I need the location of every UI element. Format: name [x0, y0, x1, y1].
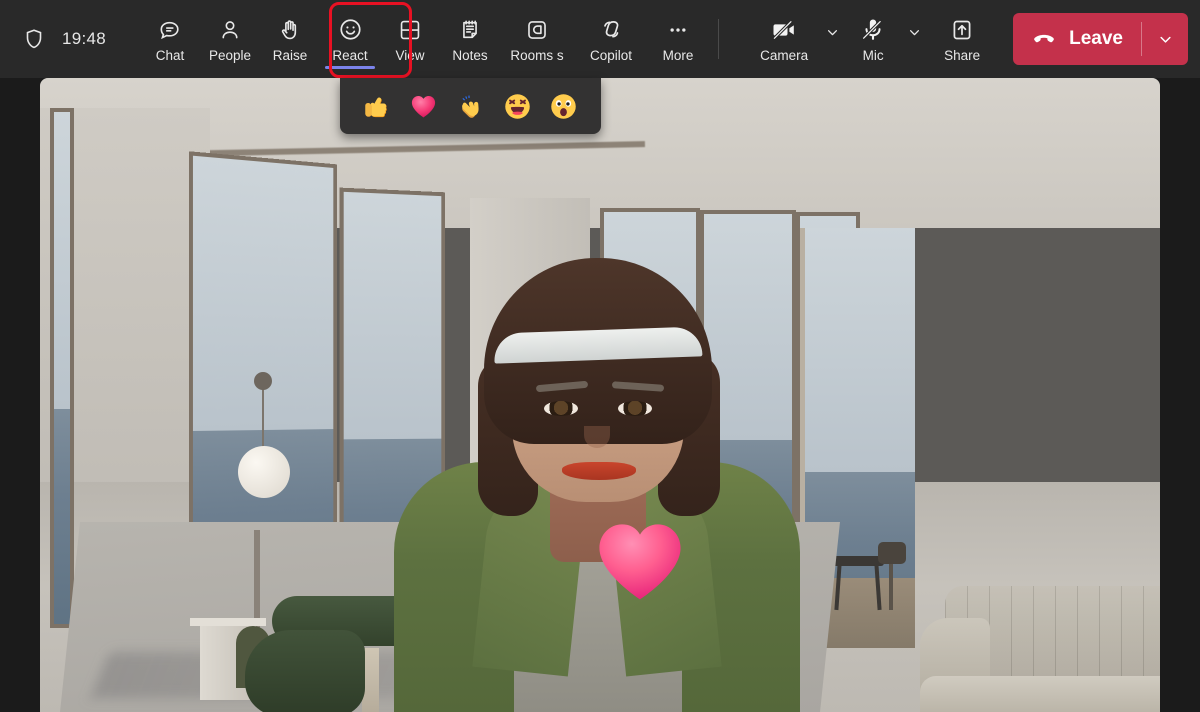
mic-toggle-button[interactable]: Mic — [843, 3, 903, 75]
toolbar-button-rooms[interactable]: Rooms s — [500, 3, 574, 75]
camera-toggle-button[interactable]: Camera — [747, 3, 821, 75]
wood-panel-trim — [885, 136, 913, 696]
teams-meeting-window: 19:48 Chat People — [0, 0, 1200, 712]
leave-label: Leave — [1069, 28, 1123, 50]
toolbar-actions: Chat People Raise — [140, 0, 729, 78]
leave-options-chevron-down-icon[interactable] — [1142, 13, 1188, 65]
video-stage[interactable] — [40, 78, 1160, 712]
toolbar-right-cluster: Camera — [747, 0, 1200, 78]
toolbar-label-chat: Chat — [156, 48, 185, 63]
camera-control-group: Camera — [747, 3, 843, 75]
mic-control-group: Mic — [843, 3, 925, 75]
toolbar-label-rooms: Rooms s — [510, 48, 563, 63]
shield-icon — [22, 27, 46, 51]
pendant-lamp-globe — [238, 446, 290, 498]
mic-options-chevron-down-icon[interactable] — [903, 3, 925, 75]
toolbar-label-raise: Raise — [273, 48, 308, 63]
active-heart-reaction-icon — [588, 511, 692, 611]
raise-hand-icon — [276, 16, 304, 44]
toolbar-label-notes: Notes — [452, 48, 487, 63]
avatar-eye-right — [618, 401, 652, 416]
react-active-indicator — [325, 66, 375, 69]
toolbar-button-chat[interactable]: Chat — [140, 3, 200, 75]
share-screen-icon — [948, 16, 976, 44]
toolbar-label-copilot: Copilot — [590, 48, 632, 63]
reaction-surprised-icon[interactable] — [549, 91, 579, 121]
people-icon — [216, 16, 244, 44]
camera-label: Camera — [760, 48, 808, 63]
avatar-eye-left — [544, 401, 578, 416]
toolbar-button-more[interactable]: More — [648, 3, 708, 75]
reaction-applause-icon[interactable] — [455, 91, 485, 121]
toolbar-button-raise[interactable]: Raise — [260, 3, 320, 75]
meeting-clock: 19:48 — [62, 29, 106, 49]
camera-options-chevron-down-icon[interactable] — [821, 3, 843, 75]
view-grid-icon — [396, 16, 424, 44]
toolbar-button-people[interactable]: People — [200, 3, 260, 75]
avatar — [362, 132, 832, 712]
armchair-seat — [245, 630, 365, 712]
toolbar-button-view[interactable]: View — [380, 3, 440, 75]
side-console-top — [190, 618, 266, 626]
window-pane-1 — [50, 108, 74, 628]
sofa-seat — [920, 676, 1160, 712]
rooms-icon — [523, 16, 551, 44]
hangup-icon — [1031, 26, 1057, 52]
avatar-mouth — [562, 462, 636, 480]
toolbar-button-copilot[interactable]: Copilot — [574, 3, 648, 75]
camera-off-icon — [770, 16, 798, 44]
toolbar-label-view: View — [395, 48, 424, 63]
toolbar-label-people: People — [209, 48, 251, 63]
reaction-laugh-icon[interactable] — [502, 91, 532, 121]
toolbar-button-react[interactable]: React — [320, 3, 380, 75]
toolbar-button-notes[interactable]: Notes — [440, 3, 500, 75]
virtual-background-scene — [40, 78, 1160, 712]
reaction-heart-icon[interactable] — [409, 91, 439, 121]
toolbar-left-cluster: 19:48 — [0, 27, 106, 51]
reactions-flyout — [340, 78, 601, 134]
chat-icon — [156, 16, 184, 44]
notes-icon — [456, 16, 484, 44]
mic-off-icon — [859, 16, 887, 44]
more-dots-icon — [664, 16, 692, 44]
copilot-icon — [597, 16, 625, 44]
pendant-lamp-cap — [254, 372, 272, 390]
meeting-toolbar: 19:48 Chat People — [0, 0, 1200, 78]
toolbar-label-more: More — [663, 48, 694, 63]
toolbar-divider — [718, 19, 719, 59]
share-label: Share — [944, 48, 980, 63]
toolbar-label-react: React — [332, 48, 367, 63]
mic-label: Mic — [863, 48, 884, 63]
react-emoji-icon — [336, 16, 364, 44]
share-button[interactable]: Share — [925, 3, 999, 75]
leave-button[interactable]: Leave — [1013, 13, 1141, 65]
reaction-thumbs-up-icon[interactable] — [362, 91, 392, 121]
leave-meeting-group: Leave — [1013, 13, 1188, 65]
